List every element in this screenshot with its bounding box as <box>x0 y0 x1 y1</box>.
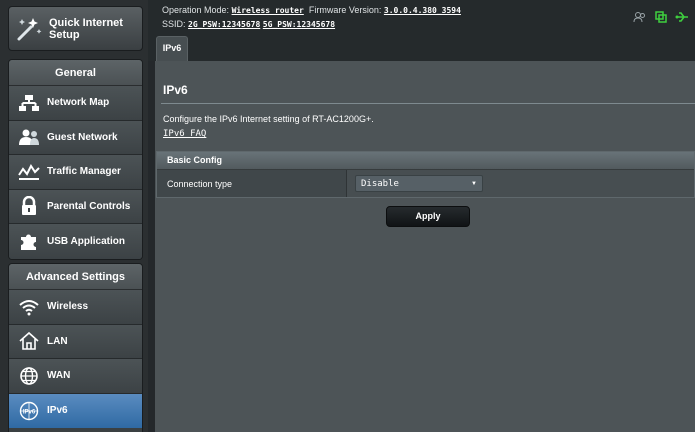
status-line-2: SSID: 2G_PSW:12345678 5G_PSW:12345678 <box>162 19 335 29</box>
lock-icon <box>15 196 43 216</box>
sidebar: Quick Internet Setup General Network Map… <box>0 0 148 432</box>
users-icon[interactable] <box>633 10 647 28</box>
status-icons <box>633 10 689 28</box>
svg-text:IPv6: IPv6 <box>23 409 36 415</box>
firmware-version-link[interactable]: 3.0.0.4.380_3594 <box>384 6 461 15</box>
sidebar-item-label: Guest Network <box>47 131 118 143</box>
tab-ipv6[interactable]: IPv6 <box>156 36 188 61</box>
sidebar-item-label: Wireless <box>47 301 89 313</box>
sidebar-item-label: Traffic Manager <box>47 166 121 178</box>
ssid-label: SSID: <box>162 19 186 29</box>
globe-icon <box>15 366 43 386</box>
connection-type-select[interactable]: Disable ▼ <box>355 175 483 192</box>
operation-mode-link[interactable]: Wireless router <box>232 6 304 15</box>
basic-config-header: Basic Config <box>157 152 694 169</box>
copy-icon[interactable] <box>655 10 667 28</box>
sidebar-item-label: LAN <box>47 335 68 347</box>
general-menu-title: General <box>9 60 142 86</box>
quick-internet-setup-button[interactable]: Quick Internet Setup <box>8 6 143 51</box>
sidebar-item-wan[interactable]: WAN <box>9 359 142 394</box>
page-title: IPv6 <box>163 83 188 97</box>
advanced-settings-menu: Advanced Settings Wireless LAN WAN IPv6 … <box>8 263 143 432</box>
advanced-settings-title: Advanced Settings <box>9 264 142 290</box>
firmware-version-label: Firmware Version: <box>308 5 382 15</box>
usb-icon[interactable] <box>675 10 689 28</box>
sidebar-item-guest-network[interactable]: Guest Network <box>9 120 142 155</box>
quick-internet-setup-label: Quick Internet Setup <box>49 16 123 41</box>
sidebar-item-network-map[interactable]: Network Map <box>9 86 142 121</box>
sidebar-item-lan[interactable]: LAN <box>9 324 142 359</box>
page-description: Configure the IPv6 Internet setting of R… <box>163 114 374 124</box>
sidebar-item-usb-application[interactable]: USB Application <box>9 224 142 259</box>
sidebar-item-label: USB Application <box>47 235 125 247</box>
sidebar-item-ipv6[interactable]: IPv6 IPv6 <box>9 393 142 428</box>
sidebar-item-parental-controls[interactable]: Parental Controls <box>9 189 142 224</box>
connection-type-value: Disable <box>361 178 399 189</box>
guest-network-icon <box>15 128 43 146</box>
connection-type-label: Connection type <box>157 170 347 197</box>
status-header: Operation Mode: Wireless router Firmware… <box>148 0 695 34</box>
wifi-icon <box>15 298 43 316</box>
sidebar-item-label: WAN <box>47 370 71 382</box>
operation-mode-label: Operation Mode: <box>162 5 230 15</box>
network-map-icon <box>15 94 43 112</box>
ssid-5g-link[interactable]: 5G_PSW:12345678 <box>263 20 335 29</box>
sidebar-item-label: IPv6 <box>47 405 68 417</box>
title-divider <box>161 103 695 104</box>
status-line-1: Operation Mode: Wireless router Firmware… <box>162 5 461 15</box>
ipv6-icon: IPv6 <box>15 401 43 421</box>
sidebar-item-label: Network Map <box>47 97 110 109</box>
sidebar-item-label: Parental Controls <box>47 200 131 212</box>
tab-strip: IPv6 <box>148 34 695 61</box>
puzzle-icon <box>15 231 43 251</box>
traffic-manager-icon <box>15 163 43 181</box>
connection-type-row: Connection type Disable ▼ <box>157 169 694 197</box>
dropdown-arrow-icon: ▼ <box>471 180 477 187</box>
general-menu: General Network Map Guest Network Traffi… <box>8 59 143 260</box>
ipv6-faq-link[interactable]: IPv6 FAQ <box>163 129 206 139</box>
magic-wand-icon <box>11 12 45 46</box>
basic-config-table: Basic Config Connection type Disable ▼ <box>156 151 695 198</box>
sidebar-item-wireless[interactable]: Wireless <box>9 290 142 325</box>
main-panel: IPv6 Configure the IPv6 Internet setting… <box>155 61 695 432</box>
ssid-2g-link[interactable]: 2G_PSW:12345678 <box>188 20 260 29</box>
home-icon <box>15 331 43 351</box>
apply-button[interactable]: Apply <box>386 206 470 227</box>
sidebar-item-traffic-manager[interactable]: Traffic Manager <box>9 155 142 190</box>
